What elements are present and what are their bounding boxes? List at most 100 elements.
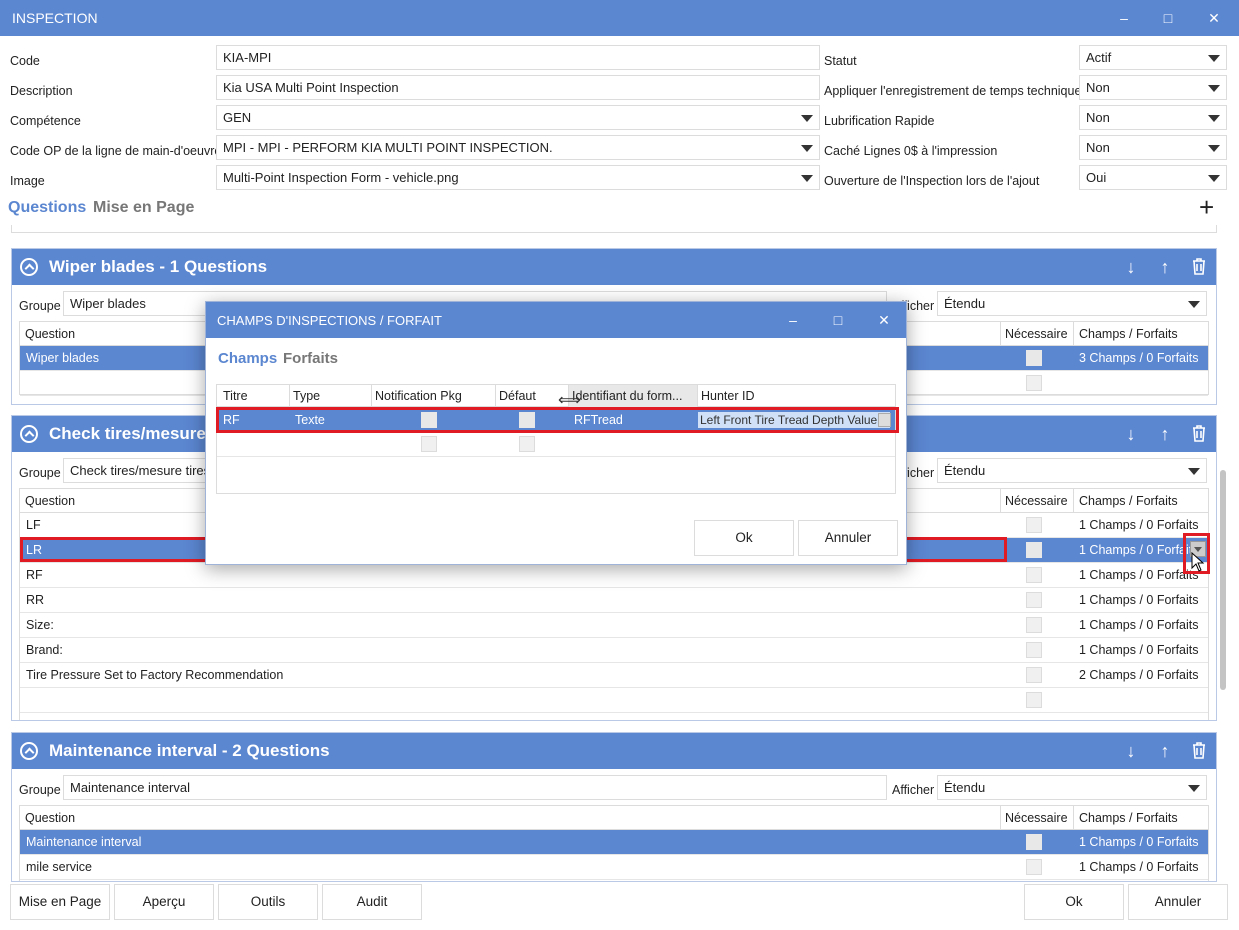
trash-icon[interactable] (1188, 424, 1210, 446)
dialog-col-header: Notification Pkg (375, 389, 462, 403)
arrow-up-icon[interactable]: ↑ (1154, 741, 1176, 763)
col-required: Nécessaire (1005, 494, 1068, 508)
show-select[interactable]: Étendu (937, 291, 1207, 316)
preview-button[interactable]: Aperçu (114, 884, 214, 920)
layout-button[interactable]: Mise en Page (10, 884, 110, 920)
group-input[interactable]: Maintenance interval (63, 775, 887, 800)
table-row[interactable]: Size: 1 Champs / 0 Forfaits (20, 613, 1208, 638)
col-separator (1000, 489, 1001, 513)
chevron-down-icon (1188, 468, 1200, 475)
required-checkbox[interactable] (1026, 542, 1042, 558)
field-value: MPI - MPI - PERFORM KIA MULTI POINT INSP… (223, 140, 553, 155)
required-checkbox[interactable] (1026, 567, 1042, 583)
required-checkbox[interactable] (1026, 692, 1042, 708)
window-titlebar: INSPECTION – □ ✕ (0, 0, 1239, 36)
select-field[interactable]: Oui (1079, 165, 1227, 190)
arrow-up-icon[interactable]: ↑ (1154, 424, 1176, 446)
collapse-icon[interactable] (20, 425, 38, 443)
grid-header: Question Nécessaire Champs / Forfaits (20, 806, 1208, 830)
field-value: Actif (1086, 50, 1112, 65)
required-checkbox[interactable] (1026, 592, 1042, 608)
panel-header: Wiper blades - 1 Questions ↓ ↑ (12, 249, 1216, 285)
audit-button[interactable]: Audit (322, 884, 422, 920)
form-field[interactable]: Multi-Point Inspection Form - vehicle.pn… (216, 165, 820, 190)
question-text: LF (26, 518, 41, 532)
arrow-up-icon[interactable]: ↑ (1154, 257, 1176, 279)
select-field[interactable]: Non (1079, 105, 1227, 130)
dialog-maximize-icon[interactable]: □ (825, 308, 851, 332)
col-separator (1000, 322, 1001, 346)
field-label: Compétence (10, 114, 81, 128)
col-separator (289, 385, 290, 407)
scrollbar[interactable] (1220, 470, 1226, 690)
add-icon[interactable]: + (1199, 194, 1214, 220)
cancel-button[interactable]: Annuler (1128, 884, 1228, 920)
trash-icon[interactable] (1188, 257, 1210, 279)
required-checkbox[interactable] (1026, 859, 1042, 875)
select-field[interactable]: Non (1079, 75, 1227, 100)
dialog-close-icon[interactable]: ✕ (871, 308, 897, 332)
form-field[interactable]: MPI - MPI - PERFORM KIA MULTI POINT INSP… (216, 135, 820, 160)
required-checkbox[interactable] (1026, 834, 1042, 850)
tab-layout[interactable]: Mise en Page (93, 199, 194, 217)
table-row[interactable]: Tire Pressure Set to Factory Recommendat… (20, 663, 1208, 688)
required-checkbox[interactable] (1026, 667, 1042, 683)
col-required: Nécessaire (1005, 811, 1068, 825)
arrow-down-icon[interactable]: ↓ (1120, 741, 1142, 763)
table-row[interactable]: Maintenance interval 1 Champs / 0 Forfait… (20, 830, 1208, 855)
question-text: Size: (26, 618, 54, 632)
fields-count: 1 Champs / 0 Forfaits (1079, 518, 1199, 532)
required-checkbox[interactable] (1026, 617, 1042, 633)
dialog-tab-fields[interactable]: Champs (218, 350, 277, 367)
form-field[interactable]: Kia USA Multi Point Inspection (216, 75, 820, 100)
field-label: Image (10, 174, 45, 188)
arrow-down-icon[interactable]: ↓ (1120, 257, 1142, 279)
chevron-down-icon (1208, 175, 1220, 182)
show-select[interactable]: Étendu (937, 775, 1207, 800)
field-label: Statut (824, 54, 857, 68)
trash-icon[interactable] (1188, 741, 1210, 763)
tools-button[interactable]: Outils (218, 884, 318, 920)
dialog-tab-packages[interactable]: Forfaits (283, 350, 338, 367)
dialog-ok-button[interactable]: Ok (694, 520, 794, 556)
form-field[interactable]: GEN (216, 105, 820, 130)
form-field[interactable]: KIA-MPI (216, 45, 820, 70)
dialog-minimize-icon[interactable]: – (780, 308, 806, 332)
table-row[interactable]: mile service 1 Champs / 0 Forfaits (20, 855, 1208, 880)
select-field[interactable]: Actif (1079, 45, 1227, 70)
panel-title: Wiper blades - 1 Questions (49, 257, 268, 276)
arrow-down-icon[interactable]: ↓ (1120, 424, 1142, 446)
required-checkbox[interactable] (1026, 375, 1042, 391)
group-label: Groupe (19, 299, 61, 313)
table-row[interactable]: RF 1 Champs / 0 Forfaits (20, 563, 1208, 588)
group-label: Groupe (19, 783, 61, 797)
required-checkbox[interactable] (1026, 350, 1042, 366)
dialog-cancel-button[interactable]: Annuler (798, 520, 898, 556)
fields-count: 1 Champs / 0 Forfaits (1079, 568, 1199, 582)
tab-questions[interactable]: Questions (8, 199, 86, 217)
required-checkbox[interactable] (1026, 517, 1042, 533)
col-separator (495, 385, 496, 407)
select-field[interactable]: Non (1079, 135, 1227, 160)
minimize-icon[interactable]: – (1111, 6, 1137, 30)
collapse-icon[interactable] (20, 742, 38, 760)
empty-row (20, 880, 1208, 881)
collapse-icon[interactable] (20, 258, 38, 276)
col-required: Nécessaire (1005, 327, 1068, 341)
required-checkbox[interactable] (1026, 642, 1042, 658)
col-separator (697, 385, 698, 407)
fields-count: 1 Champs / 0 Forfaits (1079, 643, 1199, 657)
ok-button[interactable]: Ok (1024, 884, 1124, 920)
table-row[interactable]: RR 1 Champs / 0 Forfaits (20, 588, 1208, 613)
dialog-empty-checkbox[interactable] (519, 436, 535, 452)
chevron-down-icon (1188, 785, 1200, 792)
table-row[interactable]: Brand: 1 Champs / 0 Forfaits (20, 638, 1208, 663)
group-value: Maintenance interval (70, 780, 190, 795)
maximize-icon[interactable]: □ (1155, 6, 1181, 30)
col-separator (371, 385, 372, 407)
group-value: Wiper blades (70, 296, 146, 311)
show-select[interactable]: Étendu (937, 458, 1207, 483)
col-fields: Champs / Forfaits (1079, 327, 1178, 341)
dialog-empty-checkbox[interactable] (421, 436, 437, 452)
close-icon[interactable]: ✕ (1201, 6, 1227, 30)
